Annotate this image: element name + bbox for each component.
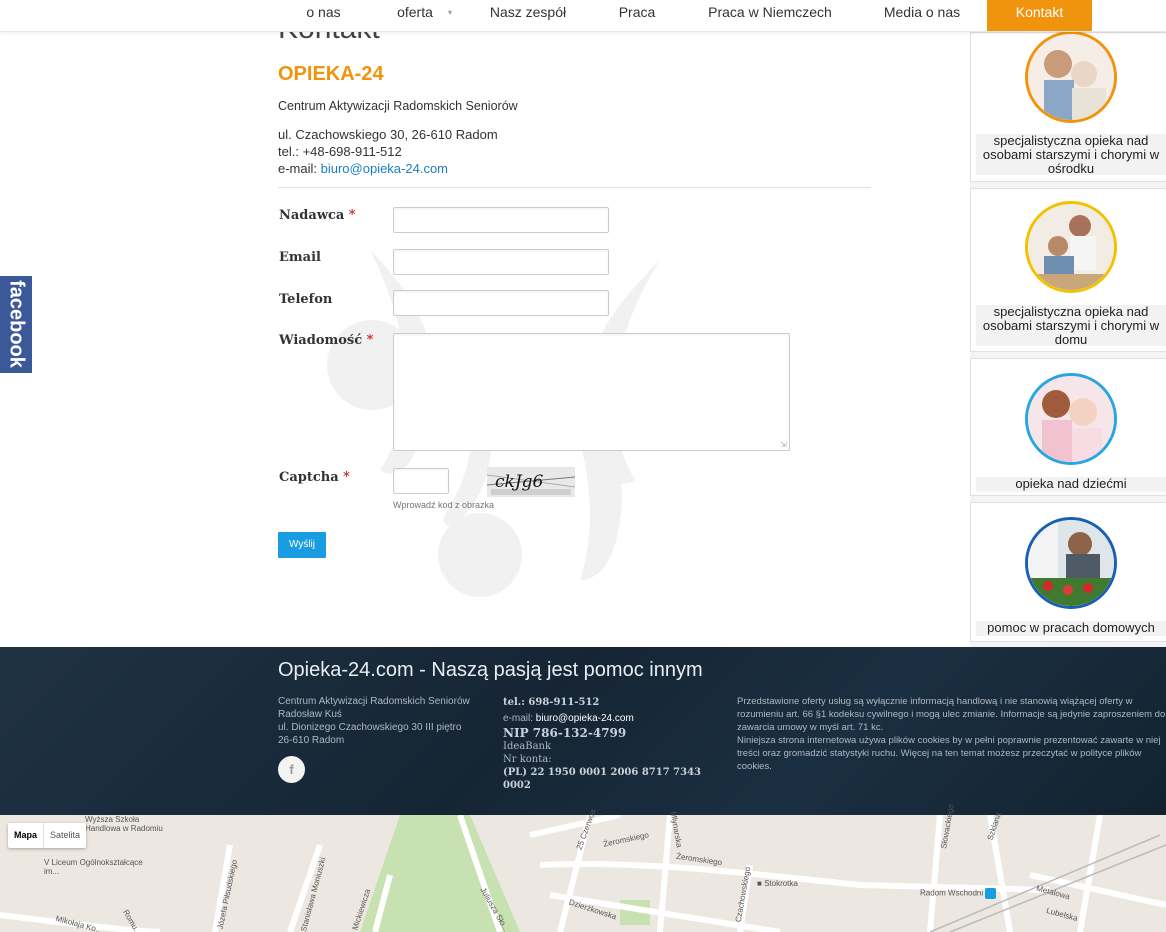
divider <box>278 187 871 188</box>
elderly-care-photo[interactable] <box>1025 31 1117 123</box>
email-label: Email <box>279 250 321 265</box>
map-label: ■ Stokrotka <box>757 879 798 888</box>
childcare-photo[interactable] <box>1025 373 1117 465</box>
footer-phone: tel.: 698-911-512 <box>503 697 600 708</box>
message-field[interactable] <box>393 333 790 451</box>
email-label: e-mail: <box>278 161 321 176</box>
map-label: Wyższa Szkoła Handlowa w Radomiu <box>85 815 163 833</box>
captcha-hint: Wprowadź kod z obrazka <box>393 500 495 510</box>
facebook-tab-label: facebook <box>5 280 28 368</box>
required-mark: * <box>343 470 350 485</box>
nav-item-oferta[interactable]: oferta <box>380 0 450 31</box>
nav-item-praca-w-niemczech[interactable]: Praca w Niemczech <box>696 0 844 31</box>
footer-account: (PL) 22 1950 0001 2006 8717 7343 0002 <box>503 767 701 791</box>
top-navigation: o nas oferta ▾ Nasz zespół Praca Praca w… <box>0 0 1166 32</box>
nav-item-kontakt[interactable]: Kontakt <box>987 0 1092 31</box>
address: ul. Czachowskiego 30, 26-610 Radom <box>278 127 498 142</box>
footer-disclaimer: Przedstawione oferty usług są wyłącznie … <box>737 696 1166 772</box>
sidebar-card-label[interactable]: specjalistyczna opieka nad osobami stars… <box>976 305 1166 347</box>
phone-field[interactable] <box>393 290 609 316</box>
required-mark: * <box>366 333 374 348</box>
email-link[interactable]: biuro@opieka-24.com <box>321 161 448 176</box>
captcha-text: ckJg6 <box>495 472 544 492</box>
brand-name: OPIEKA-24 <box>278 63 384 85</box>
nav-item-o-nas[interactable]: o nas <box>290 0 357 31</box>
captcha-image: ckJg6 <box>487 467 575 497</box>
resize-handle-icon[interactable]: ⇲ <box>780 440 787 449</box>
sidebar-card-label[interactable]: pomoc w pracach domowych <box>976 621 1166 636</box>
email-line: e-mail: biuro@opieka-24.com <box>278 161 448 176</box>
map-label: V Liceum Ogólnokształcące im... <box>44 858 143 876</box>
nav-item-media-o-nas[interactable]: Media o nas <box>870 0 974 31</box>
map-button[interactable]: Mapa <box>8 823 45 848</box>
sidebar-card-label[interactable]: specjalistyczna opieka nad osobami stars… <box>976 134 1166 176</box>
nav-item-praca[interactable]: Praca <box>606 0 668 31</box>
footer-title: Opieka-24.com - Naszą pasją jest pomoc i… <box>278 659 703 681</box>
footer-address: Centrum Aktywizacji Radomskich Seniorów … <box>278 696 470 746</box>
captcha-label: Captcha * <box>279 470 350 485</box>
phone: tel.: +48-698-911-512 <box>278 144 402 159</box>
message-label: Wiadomość * <box>279 333 374 348</box>
sender-field[interactable] <box>393 207 609 233</box>
organization-name: Centrum Aktywizacji Radomskich Seniorów <box>278 99 518 113</box>
nav-item-nasz-zespol[interactable]: Nasz zespół <box>476 0 580 31</box>
sidebar-card-label[interactable]: opieka nad dziećmi <box>976 477 1166 492</box>
satellite-button[interactable]: Satelita <box>44 823 86 848</box>
captcha-field[interactable] <box>393 468 449 494</box>
footer-bank: IdeaBank <box>503 741 552 752</box>
submit-button[interactable]: Wyślij <box>278 532 326 558</box>
map-type-toggle[interactable]: Mapa Satelita <box>8 823 87 848</box>
facebook-side-tab[interactable]: facebook <box>0 276 32 373</box>
email-field[interactable] <box>393 249 609 275</box>
footer-email-link[interactable]: biuro@opieka-24.com <box>536 713 634 724</box>
footer-contact: tel.: 698-911-512 e-mail: biuro@opieka-2… <box>503 696 723 792</box>
footer-account-label: Nr konta: <box>503 754 552 765</box>
required-mark: * <box>348 208 356 223</box>
footer-nip: NIP 786-132-4799 <box>503 726 627 740</box>
facebook-icon[interactable]: f <box>278 756 305 783</box>
chevron-down-icon[interactable]: ▾ <box>448 0 452 25</box>
home-care-photo[interactable] <box>1025 201 1117 293</box>
map-label: Radom Wschodni <box>920 888 997 899</box>
train-station-icon <box>985 888 997 899</box>
housework-photo[interactable] <box>1025 517 1117 609</box>
sender-label: Nadawca * <box>279 208 356 223</box>
phone-label: Telefon <box>279 292 333 307</box>
